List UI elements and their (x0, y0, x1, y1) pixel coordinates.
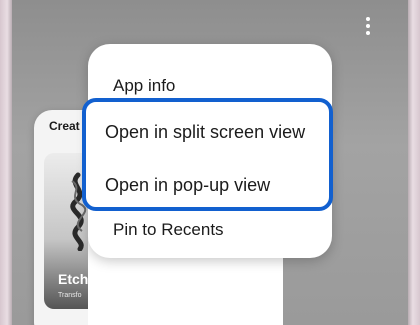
phone-frame-right (408, 0, 420, 325)
background-app-tile-subtitle: Transfo (58, 292, 82, 299)
menu-item-open-pop-up[interactable]: Open in pop-up view (105, 175, 270, 196)
menu-item-pin-to-recents[interactable]: Pin to Recents (113, 220, 224, 240)
menu-item-open-split-screen[interactable]: Open in split screen view (105, 122, 305, 143)
background-app-title: Creat (49, 119, 80, 133)
background-app-tile-name: Etch (58, 271, 89, 287)
phone-frame-left (0, 0, 12, 325)
menu-item-app-info[interactable]: App info (113, 76, 175, 96)
recents-screen: Creat Etch Transfo App info Pin to Recen… (12, 0, 408, 325)
highlighted-menu-options: Open in split screen view Open in pop-up… (82, 98, 333, 211)
more-vertical-icon[interactable] (364, 17, 372, 39)
